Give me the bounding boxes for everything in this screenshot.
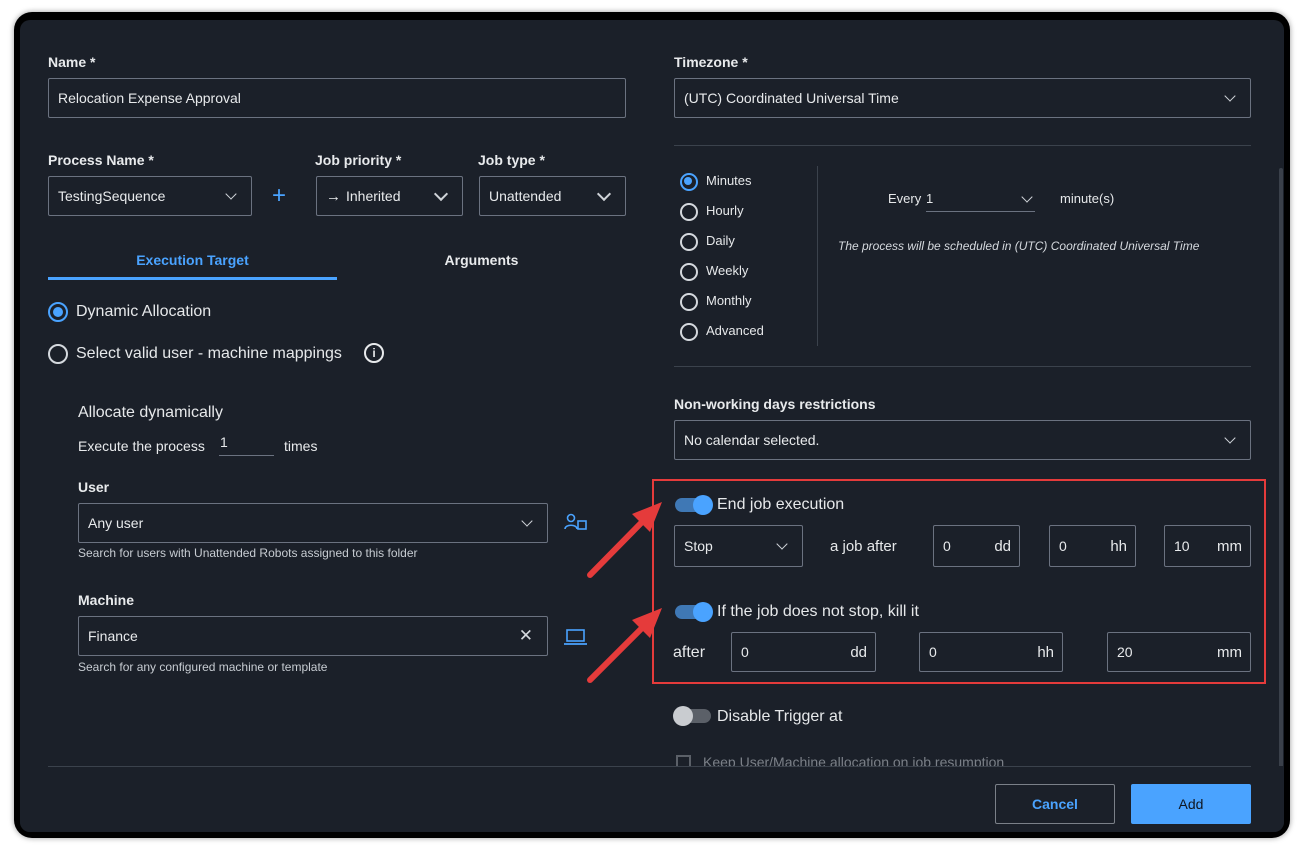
arrow-to-end-job	[587, 502, 662, 578]
arrow-to-kill-job	[587, 608, 662, 683]
annotation-arrows	[587, 502, 662, 683]
